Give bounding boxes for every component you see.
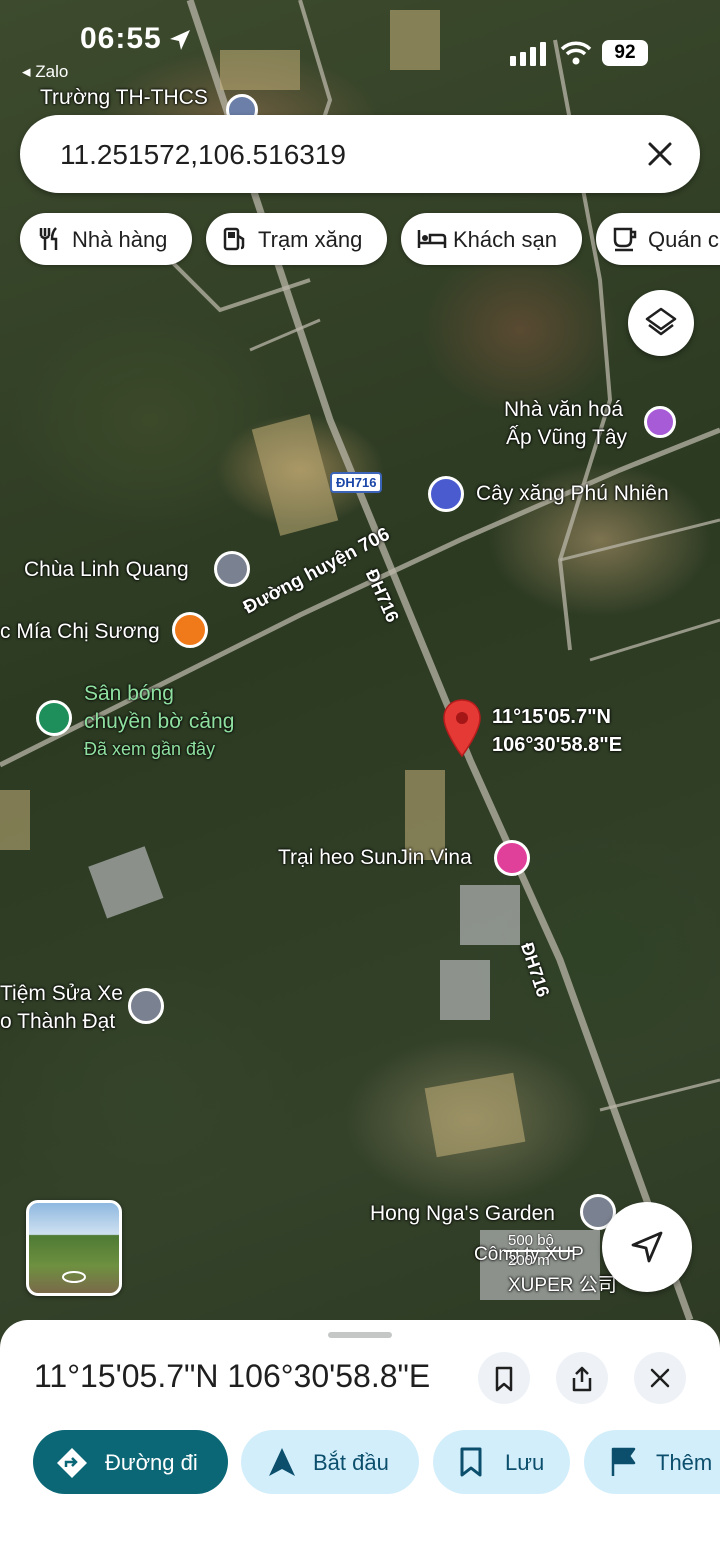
chip-restaurants[interactable]: Nhà hàng bbox=[20, 213, 192, 265]
recently-viewed-label: Đã xem gần đây bbox=[84, 739, 216, 759]
layers-button[interactable] bbox=[628, 290, 694, 356]
save-button[interactable]: Lưu bbox=[433, 1430, 570, 1494]
directions-button[interactable]: Đường đi bbox=[33, 1430, 228, 1494]
juice-shop-label[interactable]: c Mía Chị Sương bbox=[0, 620, 160, 644]
chip-gas-stations-label: Trạm xăng bbox=[258, 227, 363, 252]
battery-indicator: 92 bbox=[602, 40, 648, 66]
pin-lng-label: 106°30'58.8"E bbox=[492, 734, 623, 756]
close-icon[interactable] bbox=[642, 136, 678, 172]
street-view-thumbnail[interactable] bbox=[26, 1200, 122, 1296]
chip-cafes-label: Quán c bbox=[648, 227, 719, 252]
garden-label[interactable]: Hong Nga's Garden bbox=[370, 1202, 555, 1226]
navigation-start-icon bbox=[269, 1448, 295, 1476]
save-label: Lưu bbox=[505, 1450, 545, 1475]
pagoda-label[interactable]: Chùa Linh Quang bbox=[24, 558, 189, 582]
chip-hotels[interactable]: Khách sạn bbox=[401, 213, 582, 265]
restaurant-icon bbox=[39, 227, 58, 250]
flag-icon bbox=[611, 1447, 636, 1476]
navigation-arrow-icon bbox=[631, 1231, 663, 1263]
culture-house-poi-icon[interactable] bbox=[644, 406, 676, 438]
gas-station-poi-icon[interactable] bbox=[428, 476, 464, 512]
hotel-icon bbox=[417, 230, 447, 248]
start-label: Bắt đầu bbox=[313, 1450, 389, 1475]
back-to-app[interactable]: ◂ Zalo bbox=[22, 62, 68, 82]
my-location-button[interactable] bbox=[602, 1202, 692, 1292]
wifi-icon bbox=[560, 41, 592, 65]
cellular-signal-icon bbox=[510, 42, 546, 66]
share-button[interactable] bbox=[556, 1352, 608, 1404]
chip-hotels-label: Khách sạn bbox=[453, 227, 557, 252]
search-bar[interactable]: 11.251572,106.516319 bbox=[20, 115, 700, 193]
status-bar: 06:55 ◂ Zalo 92 bbox=[0, 0, 720, 100]
search-input[interactable]: 11.251572,106.516319 bbox=[60, 139, 346, 171]
coffee-icon bbox=[613, 227, 637, 252]
location-arrow-icon bbox=[170, 30, 190, 50]
park-poi-icon[interactable] bbox=[36, 700, 72, 736]
chip-gas-stations[interactable]: Trạm xăng bbox=[206, 213, 387, 265]
pin-lat-label: 11°15'05.7"N bbox=[492, 706, 611, 728]
directions-icon bbox=[57, 1448, 87, 1478]
drag-handle[interactable] bbox=[328, 1332, 392, 1338]
culture-house-label-2[interactable]: Ấp Vũng Tây bbox=[506, 426, 627, 450]
back-app-label: Zalo bbox=[35, 62, 69, 81]
chip-cafes[interactable]: Quán c bbox=[596, 213, 720, 265]
company-label-2[interactable]: XUPER 公司 bbox=[508, 1270, 617, 1297]
share-icon bbox=[572, 1366, 592, 1392]
pagoda-poi-icon[interactable] bbox=[214, 551, 250, 587]
place-bottom-sheet[interactable]: 11°15'05.7"N 106°30'58.8"E Đường đi Bắt … bbox=[0, 1320, 720, 1564]
bookmark-icon bbox=[495, 1366, 513, 1392]
road-badge-dh716: ĐH716 bbox=[330, 472, 383, 493]
gas-station-label[interactable]: Cây xăng Phú Nhiên bbox=[476, 482, 669, 506]
scale-bar: 500 bộ 200 m bbox=[504, 1232, 584, 1272]
clock: 06:55 bbox=[80, 22, 162, 55]
start-button[interactable]: Bắt đầu bbox=[241, 1430, 419, 1494]
scale-m: 200 m bbox=[508, 1252, 550, 1269]
layers-icon bbox=[645, 307, 677, 336]
red-pin-icon[interactable] bbox=[442, 698, 482, 758]
bookmark-icon bbox=[460, 1447, 482, 1477]
more-button[interactable]: Thêm bbox=[584, 1430, 720, 1494]
repair-shop-label-2[interactable]: o Thành Đạt bbox=[0, 1010, 115, 1034]
directions-label: Đường đi bbox=[105, 1450, 198, 1475]
more-label: Thêm bbox=[656, 1450, 713, 1475]
gas-station-icon bbox=[223, 227, 245, 251]
culture-house-label-1[interactable]: Nhà văn hoá bbox=[504, 398, 623, 422]
save-icon-button[interactable] bbox=[478, 1352, 530, 1404]
chip-restaurants-label: Nhà hàng bbox=[72, 227, 168, 252]
pig-farm-label[interactable]: Trại heo SunJin Vina bbox=[278, 846, 472, 870]
cafe-poi-icon[interactable] bbox=[172, 612, 208, 648]
place-title: 11°15'05.7"N 106°30'58.8"E bbox=[34, 1358, 431, 1394]
volleyball-label-2[interactable]: chuyền bờ cảng bbox=[84, 710, 234, 734]
scale-ft: 500 bộ bbox=[508, 1232, 554, 1249]
hotel-poi-icon[interactable] bbox=[494, 840, 530, 876]
repair-poi-icon[interactable] bbox=[128, 988, 164, 1024]
rotate-360-icon bbox=[62, 1271, 86, 1283]
close-icon bbox=[650, 1368, 670, 1388]
close-sheet-button[interactable] bbox=[634, 1352, 686, 1404]
volleyball-label-1[interactable]: Sân bóng bbox=[84, 682, 174, 706]
repair-shop-label-1[interactable]: Tiệm Sửa Xe bbox=[0, 982, 123, 1006]
